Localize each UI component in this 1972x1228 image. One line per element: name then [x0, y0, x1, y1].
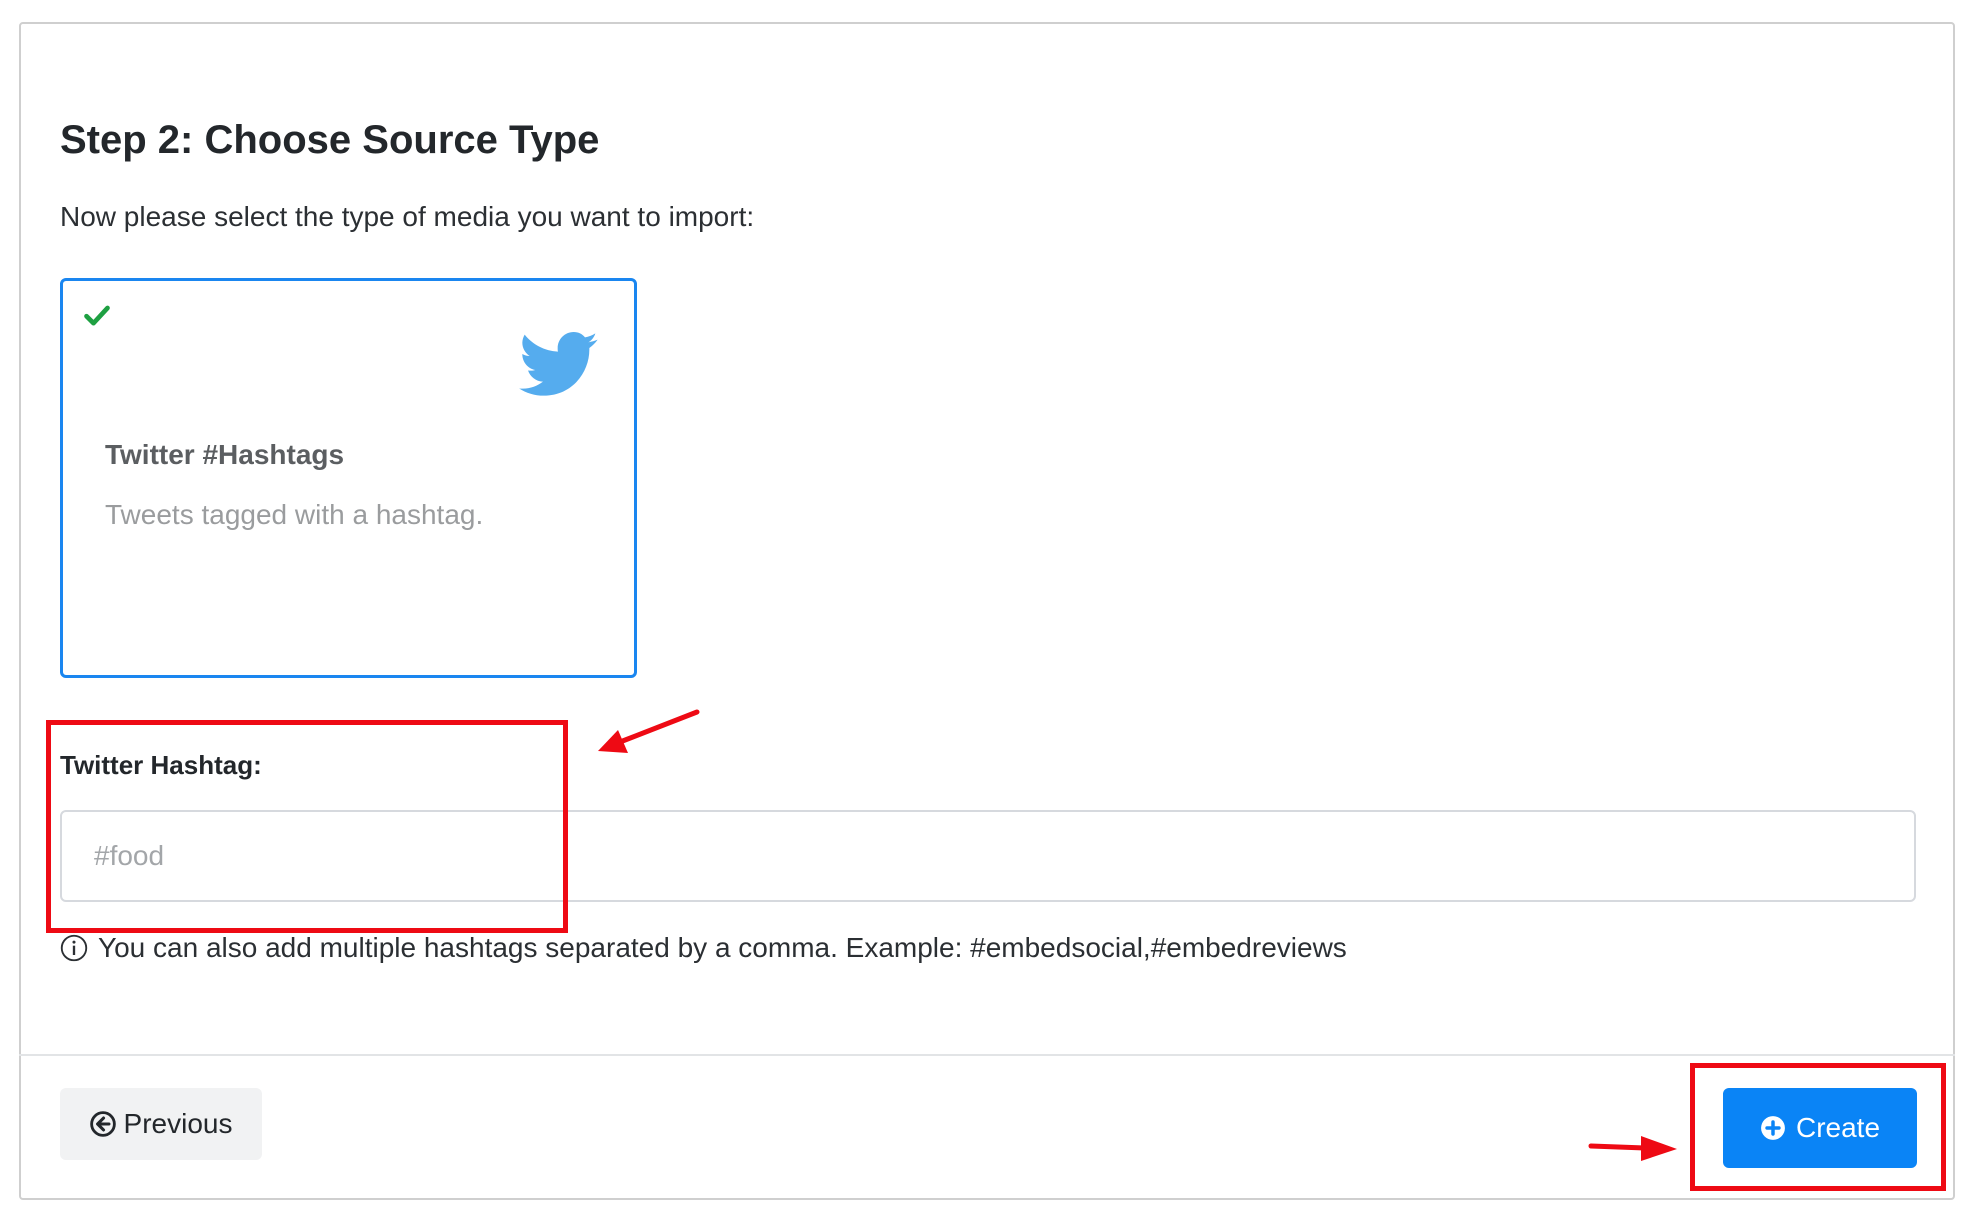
previous-button[interactable]: Previous [60, 1088, 262, 1160]
arrow-left-circle-icon [89, 1111, 116, 1137]
hashtag-field-label: Twitter Hashtag: [60, 750, 262, 780]
source-card-title: Twitter #Hashtags [105, 439, 345, 470]
hashtag-input[interactable] [60, 810, 1916, 902]
footer-divider [19, 1054, 1955, 1056]
twitter-bird-icon [519, 332, 598, 396]
previous-button-label: Previous [123, 1108, 233, 1139]
create-button-label: Create [1795, 1112, 1881, 1143]
help-text: You can also add multiple hashtags separ… [98, 932, 1347, 963]
page-title: Step 2: Choose Source Type [60, 118, 600, 162]
check-icon [84, 305, 110, 326]
plus-circle-icon [1761, 1116, 1785, 1140]
page-subtitle: Now please select the type of media you … [60, 201, 755, 232]
info-icon [60, 934, 88, 962]
create-button[interactable]: Create [1723, 1088, 1917, 1168]
source-card-description: Tweets tagged with a hashtag. [105, 499, 484, 530]
hashtag-help-text: You can also add multiple hashtags separ… [60, 932, 1347, 964]
source-card-twitter-hashtags[interactable]: Twitter #Hashtags Tweets tagged with a h… [60, 278, 637, 678]
